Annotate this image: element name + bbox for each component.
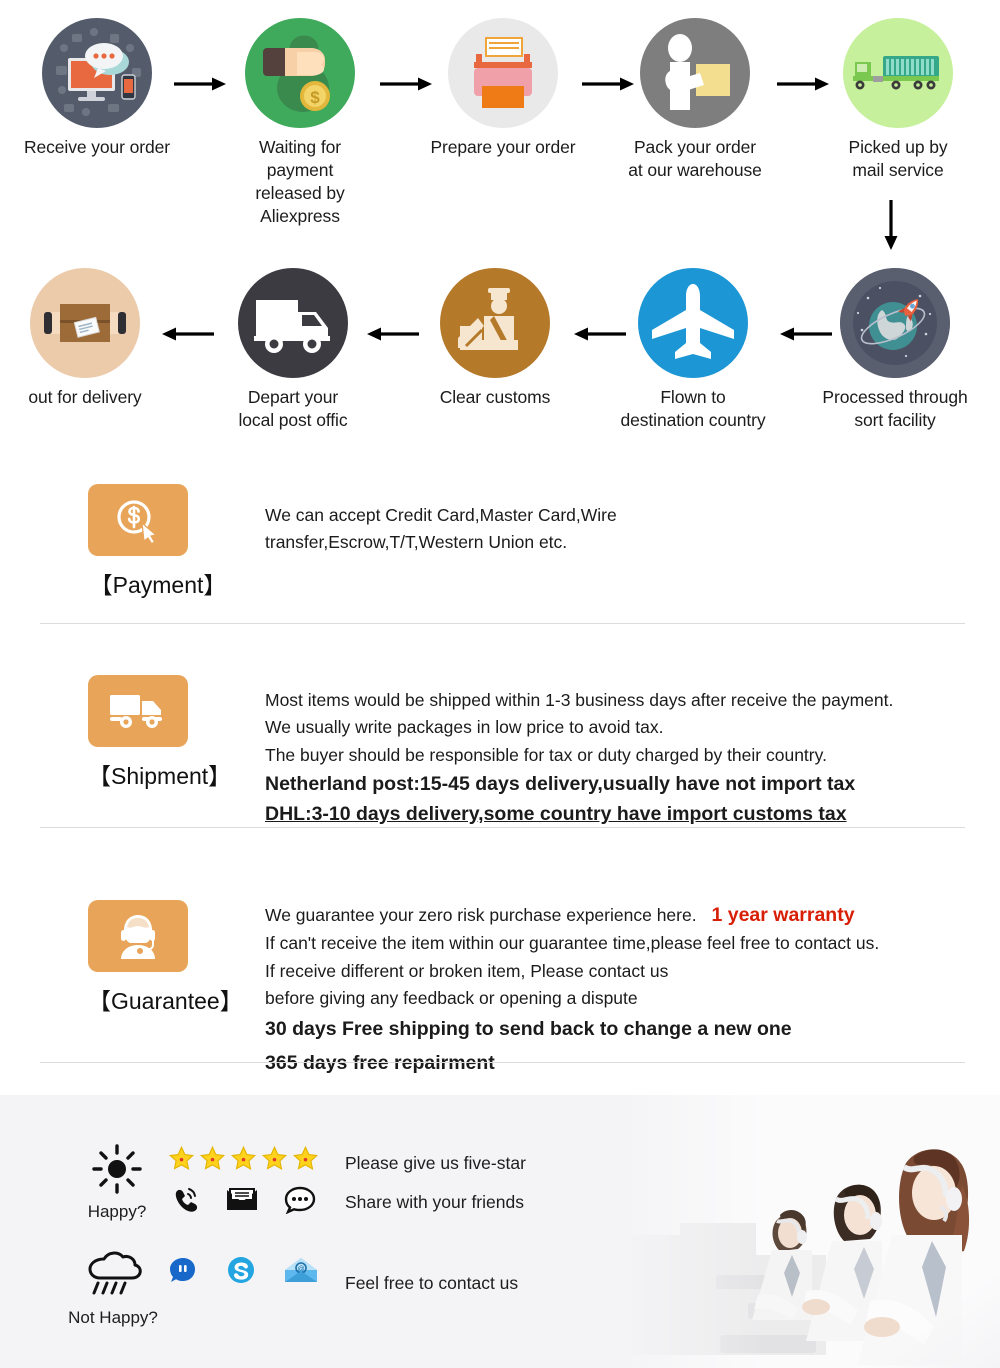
guarantee-line-return: 30 days Free shipping to send back to ch… <box>265 1018 792 1041</box>
section-guarantee: 【Guarantee】 We guarantee your zero risk … <box>0 890 1000 1074</box>
skype-icon[interactable] <box>226 1255 256 1285</box>
order-received-icon <box>42 18 152 128</box>
chat-bubble-icon[interactable] <box>284 1186 316 1214</box>
flow-row-2: out for delivery Depart your local post … <box>0 250 1000 465</box>
guarantee-text: We guarantee your zero risk purchase exp… <box>265 905 697 925</box>
flow-node-label: Picked up by mail service <box>848 137 948 181</box>
section-shipment: 【Shipment】 Most items would be shipped w… <box>0 665 1000 825</box>
payment-line: transfer,Escrow,T/T,Western Union etc. <box>265 532 568 553</box>
flow-arrow-left <box>365 324 421 344</box>
flow-node-flown-destination: Flown to destination country <box>618 250 768 432</box>
flow-node-clear-customs: Clear customs <box>420 250 570 409</box>
flow-node-label: Processed through sort facility <box>822 387 968 431</box>
star-rating[interactable] <box>168 1145 323 1172</box>
flow-node-label: Flown to destination country <box>620 387 766 431</box>
flow-node-label: Prepare your order <box>430 137 576 157</box>
aliwangwang-icon[interactable] <box>168 1255 198 1285</box>
guarantee-label: 【Guarantee】 <box>88 988 243 1014</box>
shipment-line-netherland: Netherland post:15-45 days delivery,usua… <box>265 772 856 795</box>
guarantee-line: If receive different or broken item, Ple… <box>265 960 669 981</box>
sun-icon <box>92 1144 142 1194</box>
flow-arrow-right <box>378 74 434 94</box>
shipment-body: Most items would be shipped within 1-3 b… <box>265 687 980 830</box>
happy-contact-icons[interactable] <box>170 1185 316 1215</box>
flow-node-label: Receive your order <box>23 137 171 157</box>
mood-not-happy: Not Happy? <box>58 1247 168 1328</box>
shipment-label: 【Shipment】 <box>88 763 232 789</box>
feedback-text-contact: Feel free to contact us <box>345 1273 519 1293</box>
flow-node-pack-order: Pack your order at our warehouse <box>620 0 770 182</box>
packing-worker-icon <box>640 18 750 128</box>
feedback-band: Happy? Please give us five-star Share wi… <box>0 1095 1000 1368</box>
coin-cursor-icon <box>88 484 188 556</box>
guarantee-line-warranty: We guarantee your zero risk purchase exp… <box>265 900 980 930</box>
svg-text:$: $ <box>310 88 320 107</box>
flow-node-sort-facility: Processed through sort facility <box>820 250 970 432</box>
shipment-line: We usually write packages in low price t… <box>265 717 664 738</box>
delivery-van-icon <box>238 268 348 378</box>
guarantee-line: before giving any feedback or opening a … <box>265 988 638 1008</box>
product-shipping-info-page: Receive your order $ Waiting for payment… <box>0 0 1000 1368</box>
feedback-text-five-star: Please give us five-star <box>345 1153 526 1173</box>
mood-happy: Happy? <box>62 1143 172 1222</box>
call-center-agents-photo <box>620 1095 1000 1368</box>
phone-ring-icon[interactable] <box>170 1185 200 1215</box>
flow-node-label: out for delivery <box>28 387 142 407</box>
payment-line: We can accept Credit Card,Master Card,Wi… <box>265 505 617 525</box>
payment-label: 【Payment】 <box>89 572 227 598</box>
mood-not-happy-label: Not Happy? <box>68 1308 158 1327</box>
parcel-scan-icon <box>30 268 140 378</box>
star-icon[interactable] <box>230 1145 257 1172</box>
section-payment: 【Payment】 We can accept Credit Card,Mast… <box>0 470 1000 620</box>
flow-node-label: Waiting for payment released by Aliexpre… <box>255 137 345 227</box>
flow-node-depart-post-office: Depart your local post offic <box>218 250 368 432</box>
mail-truck-icon <box>843 18 953 128</box>
flow-node-out-for-delivery: out for delivery <box>10 250 160 409</box>
truck-icon <box>88 675 188 747</box>
section-divider <box>40 1062 965 1063</box>
flow-node-label: Depart your local post offic <box>238 387 348 431</box>
money-hand-icon: $ <box>245 18 355 128</box>
shipment-line: The buyer should be responsible for tax … <box>265 744 827 765</box>
payment-body: We can accept Credit Card,Master Card,Wi… <box>265 502 980 557</box>
star-icon[interactable] <box>199 1145 226 1172</box>
guarantee-line: If can't receive the item within our gua… <box>265 933 880 954</box>
shipment-line-dhl: DHL:3-10 days delivery,some country have… <box>265 803 847 826</box>
rain-cloud-icon <box>88 1251 142 1295</box>
order-flow-diagram: Receive your order $ Waiting for payment… <box>0 0 1000 465</box>
guarantee-line-repair: 365 days free repairment <box>265 1052 495 1075</box>
mood-happy-label: Happy? <box>87 1202 147 1221</box>
flow-node-prepare-order: Prepare your order <box>428 0 578 159</box>
email-icon[interactable] <box>226 1186 258 1214</box>
flow-node-picked-up: Picked up by mail service <box>823 0 973 182</box>
not-happy-contact-icons[interactable]: @ <box>168 1255 318 1285</box>
globe-rocket-icon <box>840 268 950 378</box>
printer-icon <box>448 18 558 128</box>
shipment-line: Most items would be shipped within 1-3 b… <box>265 690 894 710</box>
airplane-icon <box>638 268 748 378</box>
flow-row-1: Receive your order $ Waiting for payment… <box>0 0 1000 250</box>
mail-envelope-icon[interactable]: @ <box>284 1256 318 1284</box>
feedback-text-share: Share with your friends <box>345 1192 524 1212</box>
customs-officer-icon <box>440 268 550 378</box>
warranty-badge: 1 year warranty <box>711 904 855 926</box>
star-icon[interactable] <box>261 1145 288 1172</box>
flow-arrow-down <box>880 198 902 257</box>
support-agent-icon <box>88 900 188 972</box>
star-icon[interactable] <box>292 1145 319 1172</box>
flow-arrow-left <box>160 324 216 344</box>
flow-arrow-right <box>172 74 228 94</box>
flow-node-label: Clear customs <box>439 387 551 407</box>
guarantee-body: We guarantee your zero risk purchase exp… <box>265 900 980 1081</box>
flow-node-label: Pack your order at our warehouse <box>628 137 762 181</box>
flow-node-waiting-payment: $ Waiting for payment released by Aliexp… <box>225 0 375 228</box>
star-icon[interactable] <box>168 1145 195 1172</box>
section-divider <box>40 623 965 624</box>
flow-node-receive-order: Receive your order <box>22 0 172 159</box>
section-divider <box>40 827 965 828</box>
